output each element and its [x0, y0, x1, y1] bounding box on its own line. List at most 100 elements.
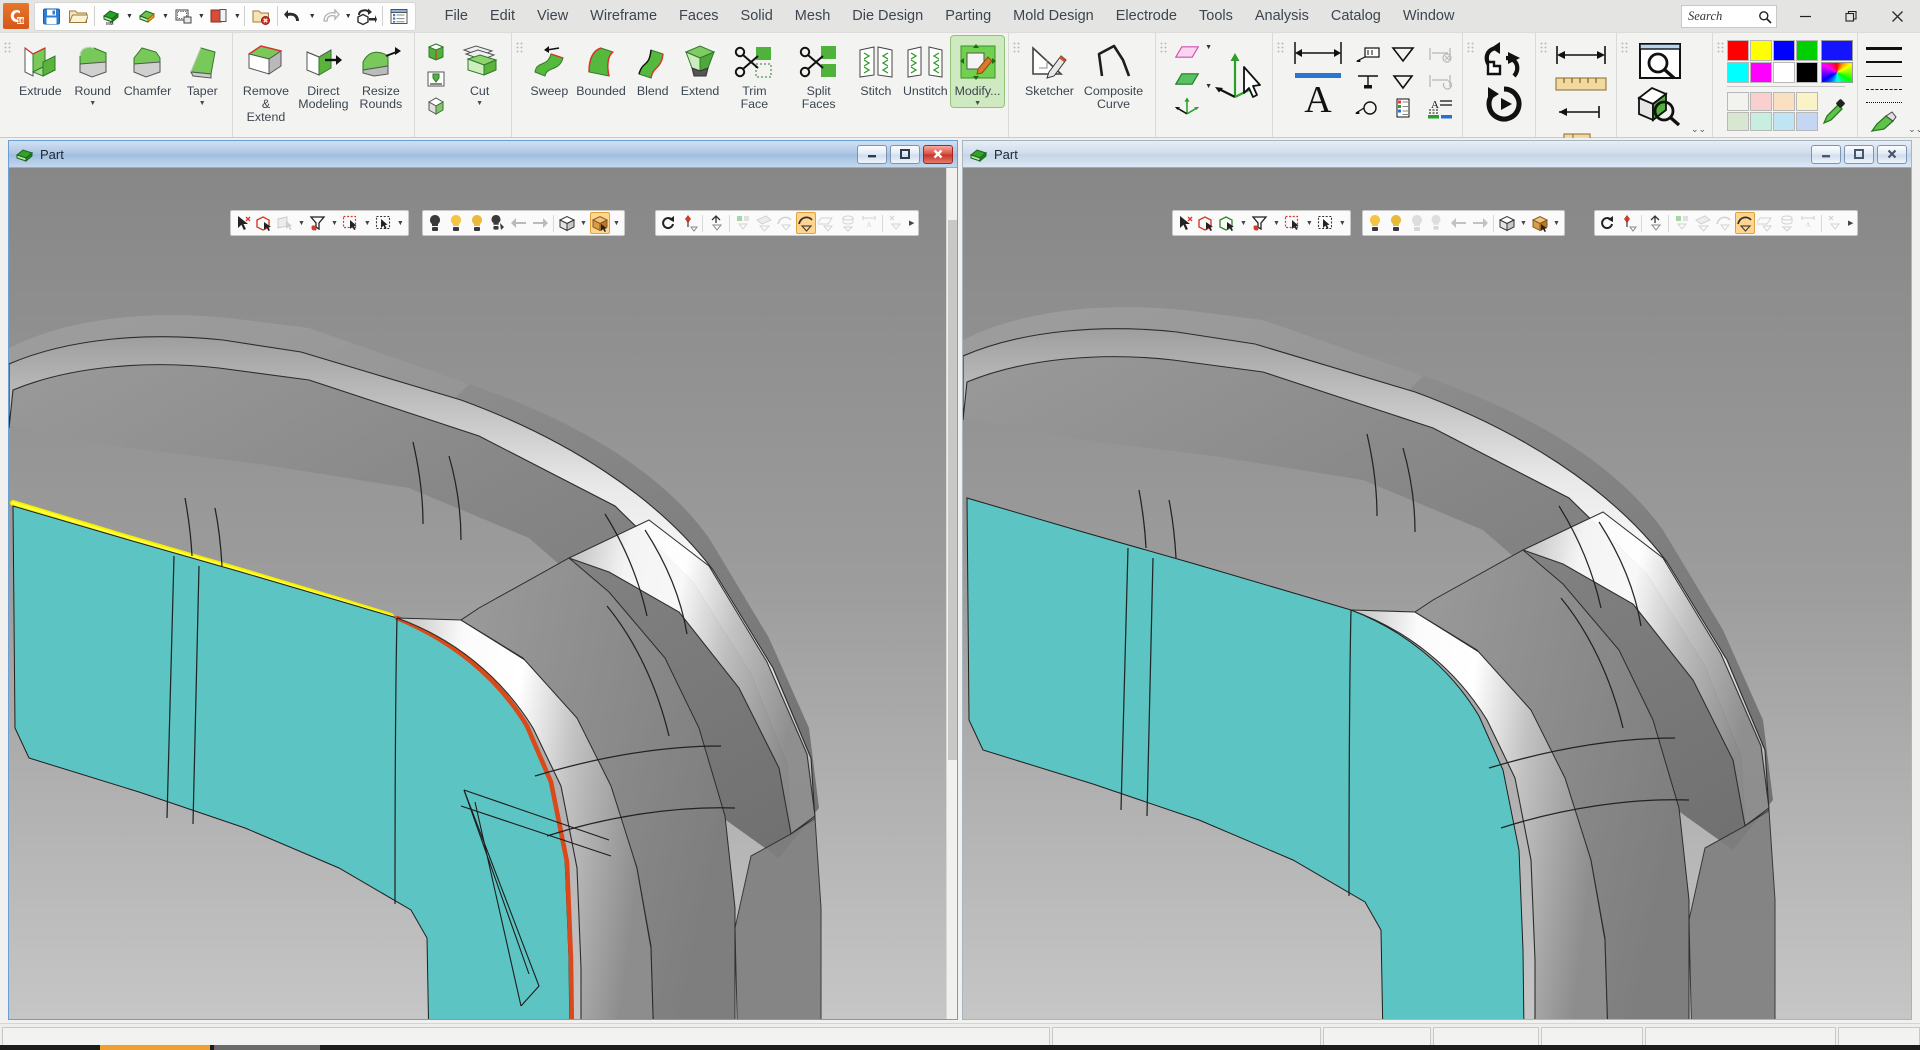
close-button[interactable] — [1877, 144, 1907, 164]
chevron-down-icon[interactable]: ▼ — [1271, 220, 1282, 227]
menu-item-view[interactable]: View — [526, 4, 579, 28]
group-gripper[interactable] — [1467, 42, 1476, 60]
bulb-off-icon[interactable] — [425, 212, 445, 234]
new-catalog-button[interactable] — [206, 4, 232, 29]
search-input[interactable]: Search — [1681, 5, 1777, 28]
save-button[interactable] — [38, 4, 64, 29]
chevron-down-icon[interactable]: ▼ — [1304, 220, 1315, 227]
chevron-down-icon[interactable]: ▼ — [162, 13, 169, 20]
swatch-white[interactable] — [1773, 62, 1796, 83]
arrow-right-icon[interactable] — [1470, 212, 1490, 234]
close-button[interactable] — [923, 144, 953, 164]
active-color-swatch[interactable] — [1821, 40, 1854, 61]
app-logo-icon[interactable]: 16 — [3, 3, 29, 29]
chevron-down-icon[interactable]: ▼ — [395, 220, 406, 227]
bulb-on-icon[interactable] — [446, 212, 466, 234]
maximize-button[interactable] — [890, 144, 920, 164]
select-arrow-icon[interactable] — [233, 212, 253, 234]
linestyle-medium-icon[interactable] — [1862, 55, 1906, 69]
swatch-pastel-white[interactable] — [1727, 92, 1750, 111]
menu-item-faces[interactable]: Faces — [668, 4, 730, 28]
chevron-down-icon[interactable]: ▼ — [1337, 220, 1348, 227]
chevron-down-icon[interactable]: ▼ — [1518, 220, 1529, 227]
snap-curve-icon[interactable] — [1714, 212, 1734, 234]
datum-feature-icon[interactable] — [1351, 67, 1385, 95]
taper-button[interactable]: Taper ▼ — [176, 36, 228, 107]
linestyle-dashdot-icon[interactable] — [1862, 96, 1906, 109]
linestyle-expand-icon[interactable]: ⌄⌄ — [1906, 124, 1920, 137]
minimize-button[interactable] — [857, 144, 887, 164]
unstitch-button[interactable]: Unstitch — [899, 36, 951, 98]
bulb-hand-icon[interactable] — [488, 212, 508, 234]
group-gripper[interactable] — [1277, 42, 1286, 60]
viewport-left[interactable]: ▼ ▼ ▼ ▼ ▼ ▼ A ▶ — [9, 168, 957, 1019]
bulb-half-icon[interactable] — [1407, 212, 1427, 234]
group-gripper[interactable] — [1540, 42, 1549, 60]
chevron-down-icon[interactable]: ▼ — [126, 13, 133, 20]
menu-item-mesh[interactable]: Mesh — [784, 4, 841, 28]
select-filter-icon[interactable] — [1217, 212, 1237, 234]
cut-solid-icon[interactable] — [422, 39, 450, 65]
snap-axis-icon[interactable] — [706, 212, 726, 234]
snap-face-icon[interactable] — [1693, 212, 1713, 234]
snap-curve-icon[interactable] — [775, 212, 795, 234]
swatch-blue[interactable] — [1773, 40, 1796, 61]
swatch-pastel-sky[interactable] — [1773, 112, 1796, 131]
remove-extend-button[interactable]: Remove & Extend — [237, 36, 294, 124]
chevron-down-icon[interactable]: ▼ — [476, 100, 483, 107]
rotate-icon[interactable] — [1477, 84, 1531, 124]
menu-item-wireframe[interactable]: Wireframe — [579, 4, 668, 28]
boss-icon[interactable] — [422, 93, 450, 119]
minimize-button[interactable] — [1811, 144, 1841, 164]
measure-length-icon[interactable] — [1550, 98, 1612, 126]
chevron-right-icon[interactable]: ▶ — [1846, 219, 1855, 227]
group-gripper[interactable] — [1012, 42, 1021, 60]
chevron-down-icon[interactable]: ▼ — [1205, 83, 1212, 90]
snap-point-icon[interactable] — [679, 212, 699, 234]
eyedropper-icon[interactable] — [1821, 92, 1847, 132]
swatch-red[interactable] — [1727, 40, 1750, 61]
ruler-icon[interactable] — [1550, 70, 1612, 98]
bulb-on-icon[interactable] — [1386, 212, 1406, 234]
snap-plane-icon[interactable] — [817, 212, 837, 234]
bulb-half-icon[interactable] — [467, 212, 487, 234]
close-document-button[interactable] — [248, 4, 274, 29]
taskbar-item-highlight[interactable] — [100, 1045, 210, 1050]
taskbar-item[interactable] — [214, 1045, 320, 1050]
snap-rotate-icon[interactable] — [658, 212, 678, 234]
composite-curve-button[interactable]: Composite Curve — [1076, 36, 1151, 111]
linestyle-thick-icon[interactable] — [1862, 41, 1906, 55]
pick-coordinate-icon[interactable] — [1212, 36, 1268, 114]
open-button[interactable] — [65, 4, 91, 29]
group-gripper[interactable] — [1160, 42, 1169, 60]
bounded-button[interactable]: Bounded — [573, 36, 629, 98]
close-button[interactable] — [1874, 0, 1920, 33]
chevron-down-icon[interactable]: ▼ — [611, 220, 622, 227]
snap-axis-icon[interactable] — [1645, 212, 1665, 234]
zoom-window-icon[interactable] — [1631, 39, 1689, 83]
swatch-green[interactable] — [1796, 40, 1819, 61]
shade-cube-icon[interactable] — [557, 212, 577, 234]
scrollbar-thumb[interactable] — [948, 220, 957, 760]
menu-item-die-design[interactable]: Die Design — [841, 4, 934, 28]
linestyle-dashed-icon[interactable] — [1862, 83, 1906, 96]
select-rect-icon[interactable] — [341, 212, 361, 234]
select-rect-icon[interactable] — [1283, 212, 1303, 234]
part-window-right[interactable]: Part ▼ ▼ ▼ ▼ ▼ ▼ A ▶ — [962, 140, 1912, 1020]
shade-cube-icon[interactable] — [1497, 212, 1517, 234]
snap-vertex-icon[interactable] — [1672, 212, 1692, 234]
extrude-button[interactable]: Extrude — [14, 36, 67, 98]
linear-dimension-icon[interactable] — [1287, 36, 1349, 70]
swatch-pastel-cream[interactable] — [1796, 92, 1819, 111]
new-assembly-button[interactable] — [134, 4, 160, 29]
blend-button[interactable]: Blend — [629, 36, 676, 98]
chevron-down-icon[interactable]: ▼ — [1238, 220, 1249, 227]
chevron-down-icon[interactable]: ▼ — [296, 220, 307, 227]
menu-item-solid[interactable]: Solid — [730, 4, 784, 28]
swatch-pastel-blue[interactable] — [1796, 112, 1819, 131]
snap-midpoint-icon[interactable]: A — [1798, 212, 1818, 234]
chevron-down-icon[interactable]: ▼ — [198, 13, 205, 20]
part-window-right-titlebar[interactable]: Part — [963, 141, 1911, 168]
menu-item-analysis[interactable]: Analysis — [1244, 4, 1320, 28]
bulb-off-icon[interactable] — [1365, 212, 1385, 234]
